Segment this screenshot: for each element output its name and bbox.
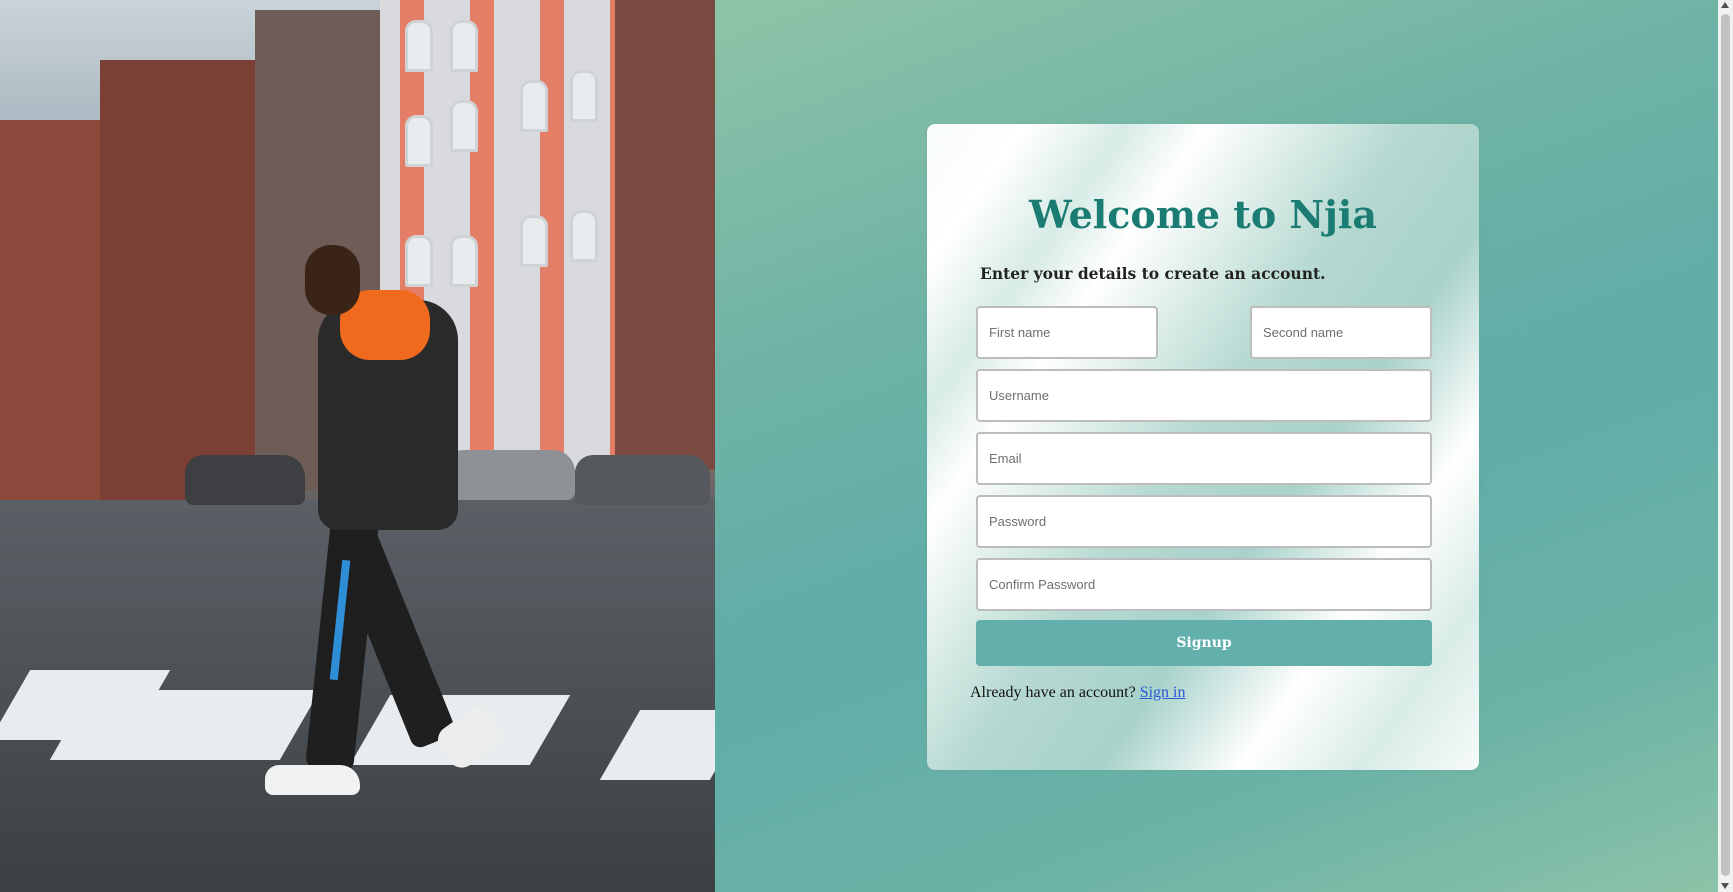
photo-window — [450, 20, 478, 72]
photo-building — [100, 60, 260, 500]
photo-window — [570, 70, 598, 122]
photo-window — [520, 215, 548, 267]
person-shoe — [265, 765, 360, 795]
username-input[interactable] — [976, 369, 1432, 422]
signup-button[interactable]: Signup — [976, 620, 1432, 666]
vertical-scrollbar[interactable] — [1718, 0, 1733, 892]
signup-subtitle: Enter your details to create an account. — [980, 264, 1326, 283]
page-title: Welcome to Njia — [1029, 192, 1377, 237]
scroll-up-arrow-icon[interactable] — [1721, 2, 1729, 8]
photo-car — [445, 450, 575, 500]
photo-building — [615, 0, 715, 470]
photo-window — [405, 235, 433, 287]
photo-car — [575, 455, 710, 505]
photo-window — [450, 235, 478, 287]
first-name-input[interactable] — [976, 306, 1158, 359]
person-head — [305, 245, 360, 315]
photo-window — [405, 115, 433, 167]
email-input[interactable] — [976, 432, 1432, 485]
photo-window — [450, 100, 478, 152]
signin-prompt-row: Already have an account? Sign in — [970, 684, 1185, 702]
photo-window — [520, 80, 548, 132]
photo-building — [0, 120, 110, 520]
signin-prompt-text: Already have an account? — [970, 684, 1136, 701]
photo-window — [570, 210, 598, 262]
crosswalk-stripe — [599, 710, 715, 780]
crosswalk-stripe — [49, 690, 321, 760]
password-input[interactable] — [976, 495, 1432, 548]
hero-photo — [0, 0, 715, 892]
scrollbar-thumb[interactable] — [1721, 14, 1730, 876]
second-name-input[interactable] — [1250, 306, 1432, 359]
signup-card: Welcome to Njia Enter your details to cr… — [927, 124, 1479, 770]
photo-window — [405, 20, 433, 72]
photo-car — [185, 455, 305, 505]
signin-link[interactable]: Sign in — [1140, 684, 1186, 701]
scroll-down-arrow-icon[interactable] — [1721, 883, 1729, 889]
confirm-password-input[interactable] — [976, 558, 1432, 611]
